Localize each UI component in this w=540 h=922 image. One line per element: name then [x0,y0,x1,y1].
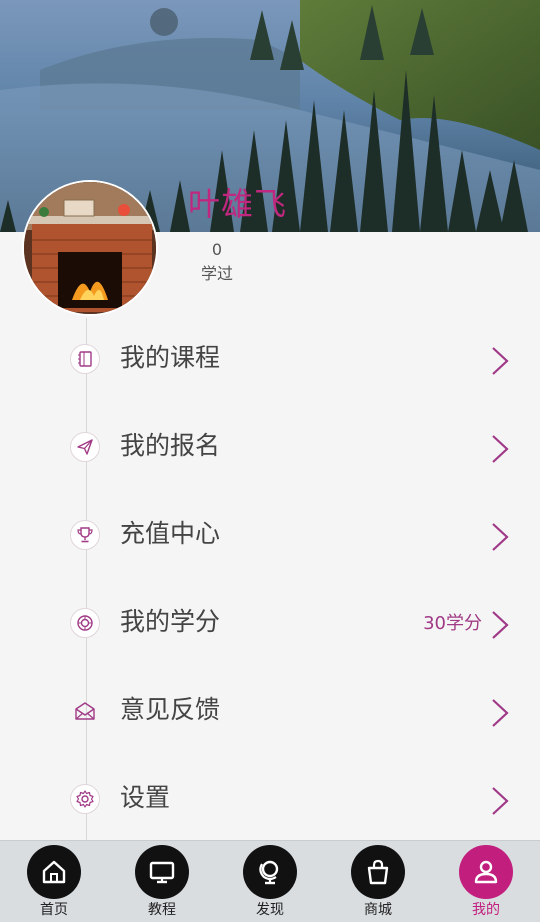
menu-item-feedback[interactable]: 意见反馈 [0,668,540,756]
home-icon [27,845,81,899]
menu-label: 设置 [120,783,171,812]
shopping-bag-icon [351,845,405,899]
target-icon [70,608,100,638]
tab-tutorials[interactable]: 教程 [122,845,202,919]
menu-item-recharge-center[interactable]: 充值中心 [0,492,540,580]
tab-label: 教程 [148,902,176,918]
learned-count: 0 [211,240,223,259]
menu-label: 我的学分 [120,607,221,636]
menu-item-my-registrations[interactable]: 我的报名 [0,404,540,492]
trophy-icon [70,520,100,550]
menu-item-settings[interactable]: 设置 [0,756,540,844]
tab-label: 发现 [256,902,284,918]
learned-stats[interactable]: 0 学过 [190,240,244,286]
tab-shop[interactable]: 商城 [338,845,418,919]
monitor-icon [135,845,189,899]
globe-icon [243,845,297,899]
bottom-nav: 首页 教程 发现 商城 我的 [0,840,540,922]
chevron-right-icon [492,435,509,463]
menu-label: 充值中心 [120,519,221,548]
notebook-icon [70,344,100,374]
menu-item-my-courses[interactable]: 我的课程 [0,316,540,404]
avatar[interactable] [22,180,158,316]
profile-menu: 我的课程 我的报名 充值中心 我的学分 30学分 意见反馈 设置 [0,316,540,844]
chevron-right-icon [492,787,509,815]
paper-plane-icon [70,432,100,462]
envelope-icon [70,696,100,726]
chevron-right-icon [492,611,509,639]
gear-icon [70,784,100,814]
menu-label: 意见反馈 [120,695,221,724]
tab-discover[interactable]: 发现 [230,845,310,919]
learned-label: 学过 [200,264,233,283]
tab-label: 商城 [364,902,392,918]
tab-label: 首页 [40,902,68,918]
user-name: 叶雄飞 [188,185,288,223]
person-icon [459,845,513,899]
menu-item-my-credits[interactable]: 我的学分 30学分 [0,580,540,668]
tab-mine[interactable]: 我的 [446,845,526,919]
tab-label: 我的 [472,902,500,918]
tab-home[interactable]: 首页 [14,845,94,919]
menu-label: 我的课程 [120,343,221,372]
menu-label: 我的报名 [120,431,221,460]
chevron-right-icon [492,699,509,727]
chevron-right-icon [492,523,509,551]
credits-value: 30学分 [423,613,482,634]
fireplace-avatar-image [24,182,156,314]
chevron-right-icon [492,347,509,375]
